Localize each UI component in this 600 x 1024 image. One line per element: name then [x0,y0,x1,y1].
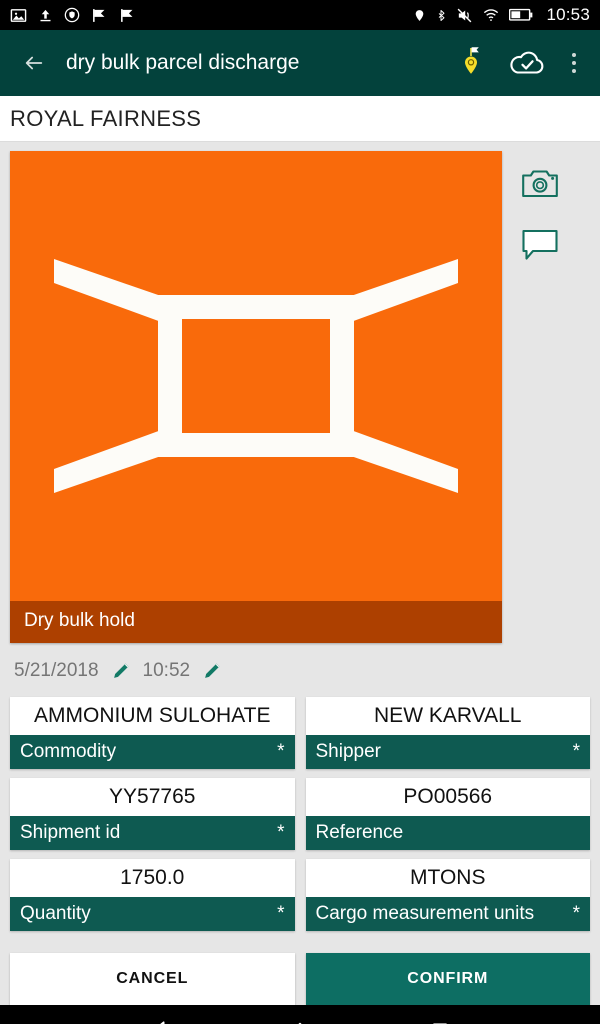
cloud-done-button[interactable] [506,42,548,84]
form-fields: AMMONIUM SULOHATE Commodity * NEW KARVAL… [10,697,590,931]
field-quantity[interactable]: 1750.0 Quantity * [10,859,295,931]
field-label-text: Cargo measurement units [315,903,535,924]
shield-icon [64,7,80,23]
page-title: dry bulk parcel discharge [66,51,300,74]
edit-date-button[interactable] [108,658,134,684]
flag-check-icon [91,7,108,24]
required-marker: * [572,740,580,762]
field-label: Shipper * [305,735,590,769]
vessel-name: ROYAL FAIRNESS [10,105,202,131]
field-label: Shipment id * [10,816,295,850]
overflow-menu-icon [572,53,576,57]
cloud-done-icon [510,51,544,74]
cancel-button[interactable]: CANCEL [10,953,295,1005]
field-label-text: Shipment id [20,822,121,843]
field-value[interactable]: AMMONIUM SULOHATE [10,697,295,735]
confirm-button[interactable]: CONFIRM [305,953,590,1005]
status-bar-system: 10:53 [413,5,590,25]
bluetooth-icon [435,7,447,24]
field-shipper[interactable]: NEW KARVALL Shipper * [305,697,590,769]
camera-icon [522,170,558,198]
nav-home-icon [297,1022,303,1024]
status-bar-notifications [10,7,136,24]
field-value[interactable]: MTONS [305,859,590,897]
comment-icon [522,229,558,260]
volume-mute-icon [456,7,473,24]
app-bar: dry bulk parcel discharge [0,30,600,96]
required-marker: * [277,821,285,843]
nav-home-button[interactable] [277,1007,323,1024]
arrow-back-icon [25,56,43,70]
nav-recents-button[interactable] [417,1007,463,1024]
field-label-text: Commodity [20,741,117,762]
edit-time-button[interactable] [199,658,225,684]
wifi-icon [482,7,500,23]
field-value[interactable]: PO00566 [305,778,590,816]
comment-button[interactable] [518,225,562,265]
vessel-header: ROYAL FAIRNESS [0,96,600,142]
flag-check-icon [119,7,136,24]
date-value: 5/21/2018 [14,660,99,681]
hold-photo-card[interactable]: Dry bulk hold [10,151,502,643]
photo-section: Dry bulk hold [10,151,590,643]
field-value[interactable]: YY57765 [10,778,295,816]
field-reference[interactable]: PO00566 Reference [305,778,590,850]
phone-screen: 10:53 dry bulk parcel discharge ROYAL FA… [0,0,600,1024]
cargo-hold-perspective-icon [54,259,458,493]
main-content: Dry bulk hold 5/21/2018 10:52 AMMONIUM S… [0,142,600,1005]
nav-back-icon [159,1020,165,1024]
photo-side-actions [502,151,562,265]
time-value: 10:52 [142,660,191,681]
overflow-menu-icon [572,69,576,73]
pencil-icon [113,663,128,678]
required-marker: * [277,902,285,924]
field-shipment-id[interactable]: YY57765 Shipment id * [10,778,295,850]
hold-photo-art [10,151,502,601]
action-buttons: CANCEL CONFIRM [10,953,590,1005]
location-flag-pin-button[interactable] [450,42,492,84]
back-button[interactable] [14,43,54,83]
field-label-text: Shipper [315,741,382,762]
location-flag-pin-icon [465,47,479,74]
field-label: Cargo measurement units * [305,897,590,931]
location-icon [413,7,426,24]
status-bar: 10:53 [0,0,600,30]
field-label: Quantity * [10,897,295,931]
field-label-text: Reference [315,822,404,843]
android-nav-bar [0,1005,600,1024]
field-label: Commodity * [10,735,295,769]
field-cargo-measurement-units[interactable]: MTONS Cargo measurement units * [305,859,590,931]
status-bar-clock: 10:53 [546,5,590,24]
required-marker: * [572,902,580,924]
nav-back-button[interactable] [137,1007,183,1024]
battery-icon [509,8,533,22]
overflow-menu-icon [572,61,576,65]
camera-button[interactable] [518,163,562,203]
field-value[interactable]: 1750.0 [10,859,295,897]
datetime-row: 5/21/2018 10:52 [10,643,590,697]
overflow-menu-button[interactable] [562,42,586,84]
field-value[interactable]: NEW KARVALL [305,697,590,735]
upload-icon [38,7,53,24]
image-icon [10,7,27,24]
photo-caption: Dry bulk hold [10,601,502,643]
app-bar-actions [450,42,586,84]
nav-recents-icon [433,1022,447,1024]
field-label: Reference [305,816,590,850]
field-label-text: Quantity [20,903,91,924]
required-marker: * [277,740,285,762]
pencil-icon [205,663,220,678]
field-commodity[interactable]: AMMONIUM SULOHATE Commodity * [10,697,295,769]
